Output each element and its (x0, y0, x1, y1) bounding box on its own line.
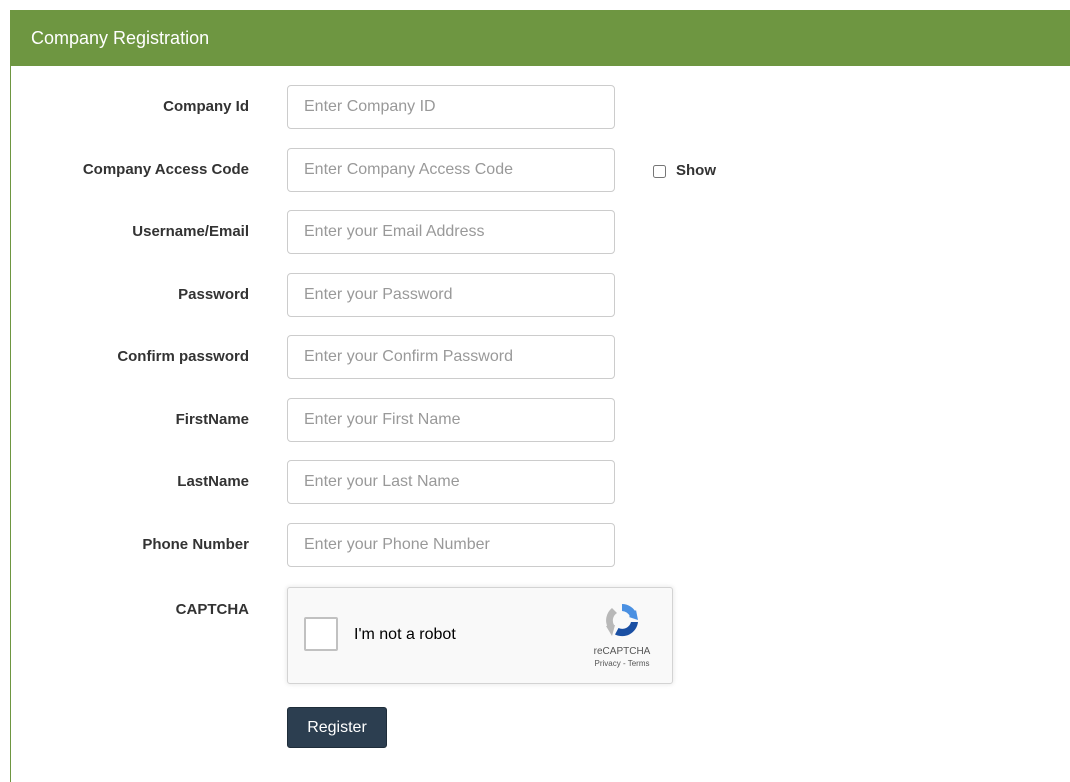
first-name-label: FirstName (175, 411, 249, 428)
show-access-code-toggle[interactable]: Show (653, 162, 716, 180)
panel-header: Company Registration (11, 10, 1070, 66)
company-access-code-label: Company Access Code (82, 161, 249, 178)
recaptcha-logo-icon (606, 604, 638, 637)
recaptcha-links-separator: - (620, 659, 628, 668)
phone-number-label: Phone Number (142, 536, 249, 553)
confirm-password-input[interactable] (287, 335, 615, 379)
username-email-row: Username/Email (11, 210, 1070, 254)
company-id-row: Company Id (11, 85, 1070, 129)
show-access-code-label: Show (676, 162, 716, 179)
phone-number-input[interactable] (287, 523, 615, 567)
company-id-input[interactable] (287, 85, 615, 129)
recaptcha-widget: I'm not a robot reCAPTCHA Privacy - Term… (287, 587, 673, 684)
registration-panel: Company Registration Company Id Company … (10, 10, 1070, 782)
recaptcha-brand-text: reCAPTCHA (593, 646, 651, 657)
recaptcha-privacy-link[interactable]: Privacy (595, 659, 621, 668)
show-access-code-checkbox[interactable] (653, 164, 666, 178)
username-email-label: Username/Email (132, 223, 249, 240)
last-name-row: LastName (11, 460, 1070, 504)
last-name-label: LastName (177, 473, 249, 490)
first-name-input[interactable] (287, 398, 615, 442)
recaptcha-checkbox[interactable] (304, 617, 338, 651)
company-access-code-input[interactable] (287, 148, 615, 192)
password-input[interactable] (287, 273, 615, 317)
username-email-input[interactable] (287, 210, 615, 254)
company-id-label: Company Id (163, 98, 249, 115)
register-button[interactable]: Register (287, 707, 387, 748)
panel-title: Company Registration (31, 28, 210, 48)
confirm-password-label: Confirm password (117, 348, 249, 365)
company-access-code-row: Company Access Code Show (11, 148, 1070, 192)
last-name-input[interactable] (287, 460, 615, 504)
recaptcha-prompt: I'm not a robot (354, 626, 456, 643)
password-row: Password (11, 273, 1070, 317)
password-label: Password (178, 286, 249, 303)
first-name-row: FirstName (11, 398, 1070, 442)
recaptcha-terms-link[interactable]: Terms (628, 659, 650, 668)
captcha-label: CAPTCHA (175, 601, 249, 618)
confirm-password-row: Confirm password (11, 335, 1070, 379)
recaptcha-links: Privacy - Terms (584, 659, 660, 669)
phone-number-row: Phone Number (11, 523, 1070, 567)
